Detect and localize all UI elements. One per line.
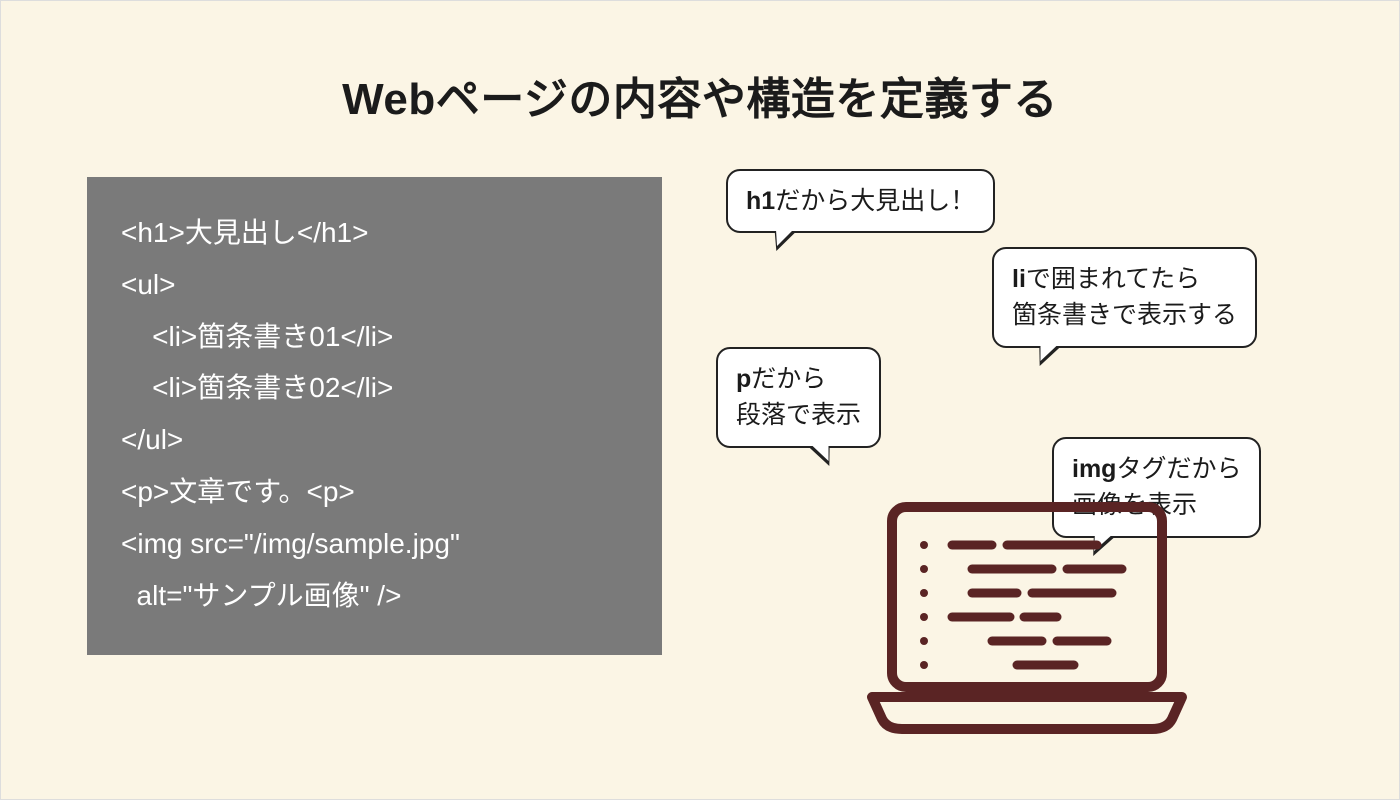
code-line: <img src="/img/sample.jpg" (121, 518, 628, 570)
code-line: alt="サンプル画像" /> (121, 570, 628, 622)
bubble-text: で囲まれてたら (1026, 265, 1200, 293)
laptop-icon (842, 497, 1212, 737)
bubble-bold: img (1072, 455, 1116, 483)
bubble-bold: h1 (746, 187, 775, 215)
code-sample-box: <h1>大見出し</h1> <ul> <li>箇条書き01</li> <li>箇… (87, 177, 662, 655)
speech-bubble-p: pだから 段落で表示 (716, 347, 881, 448)
speech-bubble-li: liで囲まれてたら 箇条書きで表示する (992, 247, 1257, 348)
bubble-bold: p (736, 365, 751, 393)
page-title: Webページの内容や構造を定義する (1, 63, 1399, 127)
code-line: <ul> (121, 259, 628, 311)
content-area: <h1>大見出し</h1> <ul> <li>箇条書き01</li> <li>箇… (1, 177, 1399, 655)
bubble-text: タグだから (1116, 455, 1241, 483)
bubble-text: 箇条書きで表示する (1012, 301, 1237, 329)
bubble-text: だから大見出し！ (775, 187, 975, 215)
code-line: <li>箇条書き02</li> (121, 362, 628, 414)
bubble-bold: li (1012, 265, 1026, 293)
bubble-text: 段落で表示 (736, 401, 861, 429)
bubble-text: だから (751, 365, 826, 393)
code-line: <h1>大見出し</h1> (121, 207, 628, 259)
code-line: <li>箇条書き01</li> (121, 311, 628, 363)
speech-bubble-h1: h1だから大見出し！ (726, 169, 995, 233)
explanation-area: h1だから大見出し！ liで囲まれてたら 箇条書きで表示する pだから 段落で表… (702, 177, 1313, 655)
code-line: <p>文章です。<p> (121, 466, 628, 518)
code-line: </ul> (121, 414, 628, 466)
